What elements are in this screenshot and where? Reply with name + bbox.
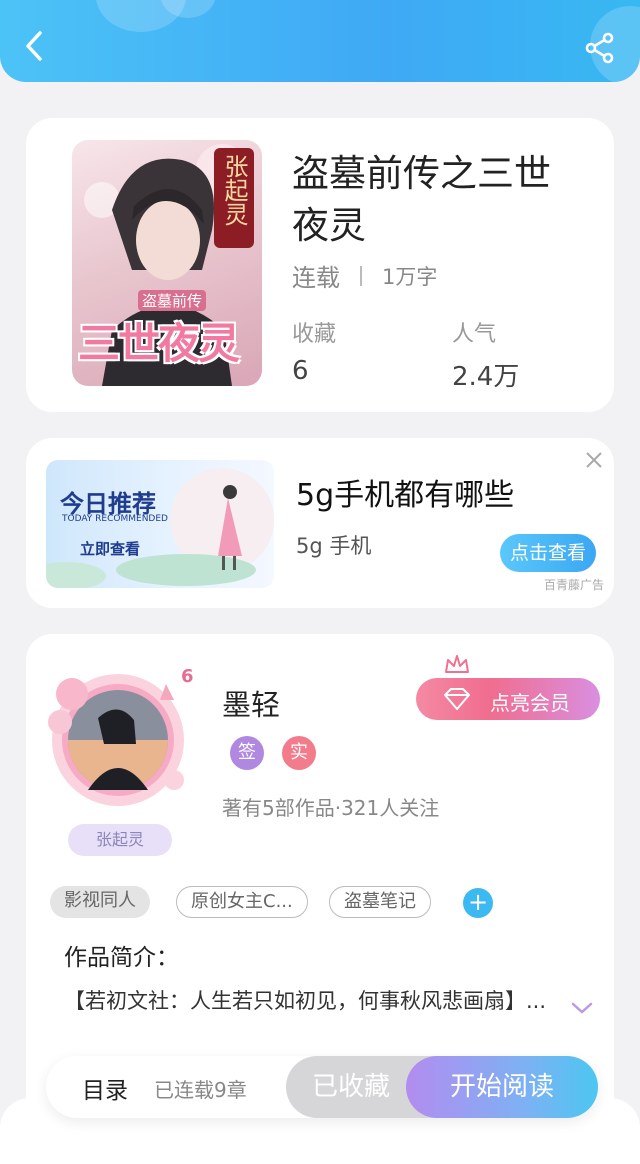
ad-card[interactable]: 今日推荐 TODAY RECOMMENDED 立即查看 5g手机都有哪些 5g …: [26, 438, 614, 608]
member-button-label: 点亮会员: [490, 691, 570, 715]
bottom-action-bar: 目录 已连载9章 已收藏 开始阅读: [46, 1056, 598, 1118]
tag-item[interactable]: 原创女主C...: [176, 886, 308, 918]
add-tag-button[interactable]: +: [463, 888, 493, 918]
book-title: 盗墓前传之三世夜灵: [292, 152, 551, 247]
badge-signed: 签: [230, 736, 264, 770]
popularity-label: 人气: [452, 322, 497, 347]
ad-source: 百青藤广告: [543, 578, 604, 592]
author-avatar[interactable]: 6 张起灵: [38, 664, 194, 856]
book-status: 连载: [292, 264, 340, 292]
back-button[interactable]: [10, 22, 58, 70]
close-icon: [586, 452, 602, 468]
word-count: 1万字: [382, 264, 438, 289]
intro-text[interactable]: 【若初文社：人生若只如初见，何事秋风悲画扇】...: [64, 986, 564, 1016]
member-button[interactable]: 点亮会员: [416, 678, 600, 720]
intro-label: 作品简介：: [64, 945, 179, 971]
expand-intro-button[interactable]: [570, 1000, 594, 1020]
favorites-value: 6: [292, 356, 309, 386]
plus-icon: +: [467, 888, 489, 916]
ad-image[interactable]: 今日推荐 TODAY RECOMMENDED 立即查看: [46, 460, 274, 588]
ad-image-button: 立即查看: [80, 540, 141, 558]
author-info: 著有5部作品·321人关注: [222, 796, 440, 820]
favorites-label: 收藏: [292, 322, 337, 347]
tag-item[interactable]: 盗墓笔记: [329, 886, 431, 918]
ad-title[interactable]: 5g手机都有哪些: [296, 470, 514, 514]
popularity-value: 2.4万: [452, 362, 520, 392]
author-name[interactable]: 墨轻: [222, 682, 280, 724]
ad-subtitle: 5g 手机: [296, 534, 372, 558]
diamond-icon: [444, 688, 470, 710]
top-header: [0, 0, 640, 82]
share-icon: [585, 32, 614, 64]
cover-vertical-title: 张起灵: [220, 154, 248, 226]
meta-divider: [360, 265, 362, 286]
book-info-card: 张起灵 盗墓前传 三世夜灵 盗墓前传之三世夜灵 连载 1万字 收藏 6 人气 2…: [26, 118, 614, 412]
toc-button[interactable]: 目录: [82, 1071, 128, 1105]
avatar-frame-name: 张起灵: [68, 824, 172, 856]
cover-subtitle: 盗墓前传: [138, 290, 207, 311]
share-button[interactable]: [576, 24, 624, 72]
badge-verified: 实: [282, 736, 316, 770]
cover-title: 三世夜灵: [78, 319, 240, 368]
book-meta: 连载 1万字: [292, 258, 437, 293]
book-cover[interactable]: 张起灵 盗墓前传 三世夜灵: [72, 140, 262, 386]
chevron-left-icon: [26, 31, 42, 61]
chapter-count: 已连载9章: [154, 1078, 247, 1102]
author-level: 6: [181, 666, 194, 687]
chevron-down-icon: [571, 1002, 593, 1014]
ad-close-button[interactable]: [582, 448, 606, 472]
crown-icon: [444, 654, 470, 678]
ad-view-button[interactable]: 点击查看: [500, 534, 596, 572]
tag-item[interactable]: 影视同人: [50, 886, 150, 918]
ad-illustration: [46, 468, 274, 588]
ad-image-subtitle: TODAY RECOMMENDED: [62, 514, 168, 524]
start-reading-button[interactable]: 开始阅读: [406, 1056, 598, 1118]
